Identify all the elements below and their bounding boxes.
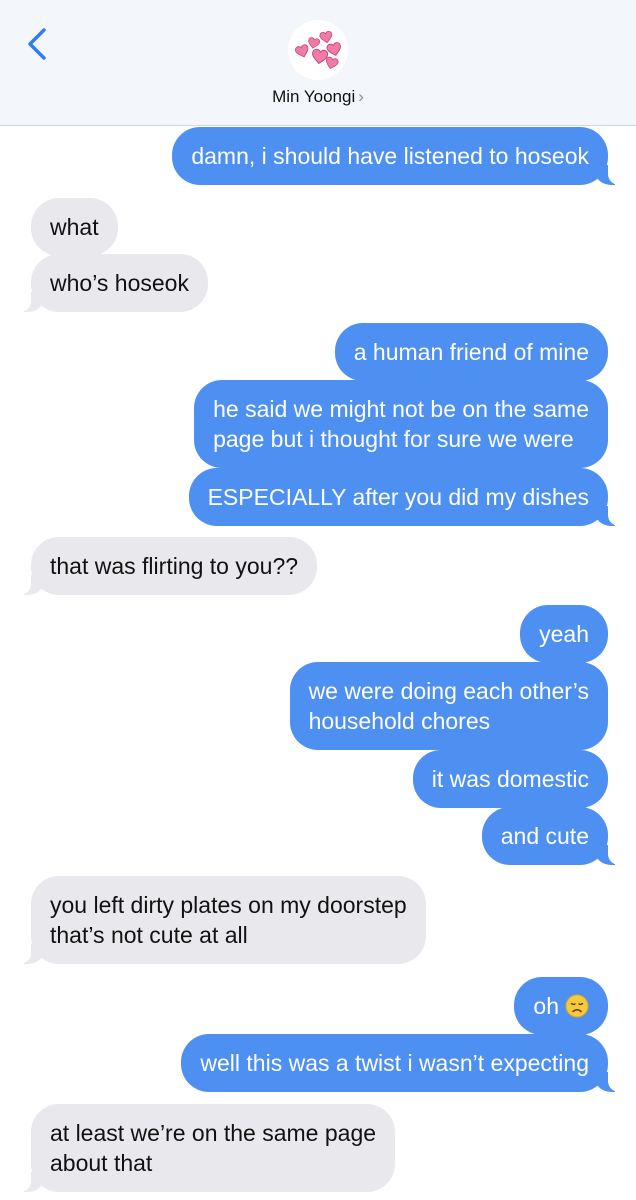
message-bubble-outgoing[interactable]: well this was a twist i wasn’t expecting (181, 1034, 621, 1092)
message-text: a human friend of mine (353, 339, 589, 365)
message-text: what (50, 214, 99, 240)
message-text: ESPECIALLY after you did my dishes (207, 484, 589, 510)
message-bubble-incoming[interactable]: at least we’re on the same page about th… (17, 1104, 396, 1192)
disappointed-face-icon (565, 994, 589, 1018)
message-text-line: that’s not cute at all (50, 922, 248, 948)
contact-avatar[interactable] (288, 20, 348, 80)
message-bubble-incoming[interactable]: what (31, 198, 118, 256)
message-bubble-outgoing[interactable]: oh (514, 977, 608, 1035)
contact-name: Min Yoongi (272, 87, 356, 106)
message-bubble-incoming[interactable]: you left dirty plates on my doorstep tha… (18, 876, 426, 964)
message-text-line: household chores (308, 708, 491, 734)
message-text-line: you left dirty plates on my doorstep (50, 892, 407, 918)
message-bubble-outgoing[interactable]: yeah (520, 605, 608, 663)
message-text: oh (533, 993, 559, 1019)
pink-hearts-icon (294, 30, 343, 71)
contact-name-button[interactable]: Min Yoongi › (0, 87, 636, 107)
messages-screen: Min Yoongi › damn, i should have listened… (0, 0, 636, 1200)
message-bubble-outgoing[interactable]: he said we might not be on the same page… (194, 380, 608, 468)
message-text-line: about that (50, 1150, 153, 1176)
message-text: yeah (539, 621, 589, 647)
message-text: damn, i should have listened to hoseok (191, 143, 589, 169)
message-bubble-incoming[interactable]: that was flirting to you?? (17, 537, 318, 595)
message-bubble-outgoing[interactable]: we were doing each other’s household cho… (289, 662, 608, 750)
message-text: and cute (500, 823, 589, 849)
message-bubble-outgoing[interactable]: a human friend of mine (334, 323, 608, 381)
back-button[interactable] (20, 24, 54, 64)
message-text-line: he said we might not be on the same (213, 396, 589, 422)
message-bubble-incoming[interactable]: who’s hoseok (18, 254, 208, 312)
message-text-line: at least we’re on the same page (50, 1120, 377, 1146)
message-bubble-outgoing[interactable]: ESPECIALLY after you did my dishes (188, 468, 622, 526)
message-text: who’s hoseok (50, 270, 189, 296)
message-text: that was flirting to you?? (50, 553, 299, 579)
message-text-line: we were doing each other’s (308, 678, 589, 704)
message-text-line: page but i thought for sure we were (213, 426, 574, 452)
message-text: it was domestic (431, 766, 589, 792)
chevron-right-icon: › (358, 87, 364, 106)
message-bubble-outgoing[interactable]: damn, i should have listened to hoseok (172, 127, 621, 185)
message-bubble-outgoing[interactable]: it was domestic (412, 750, 608, 808)
message-text: well this was a twist i wasn’t expecting (200, 1050, 589, 1076)
message-bubble-outgoing[interactable]: and cute (481, 807, 622, 865)
conversation-header: Min Yoongi › (0, 0, 636, 126)
chevron-left-icon (28, 28, 46, 60)
